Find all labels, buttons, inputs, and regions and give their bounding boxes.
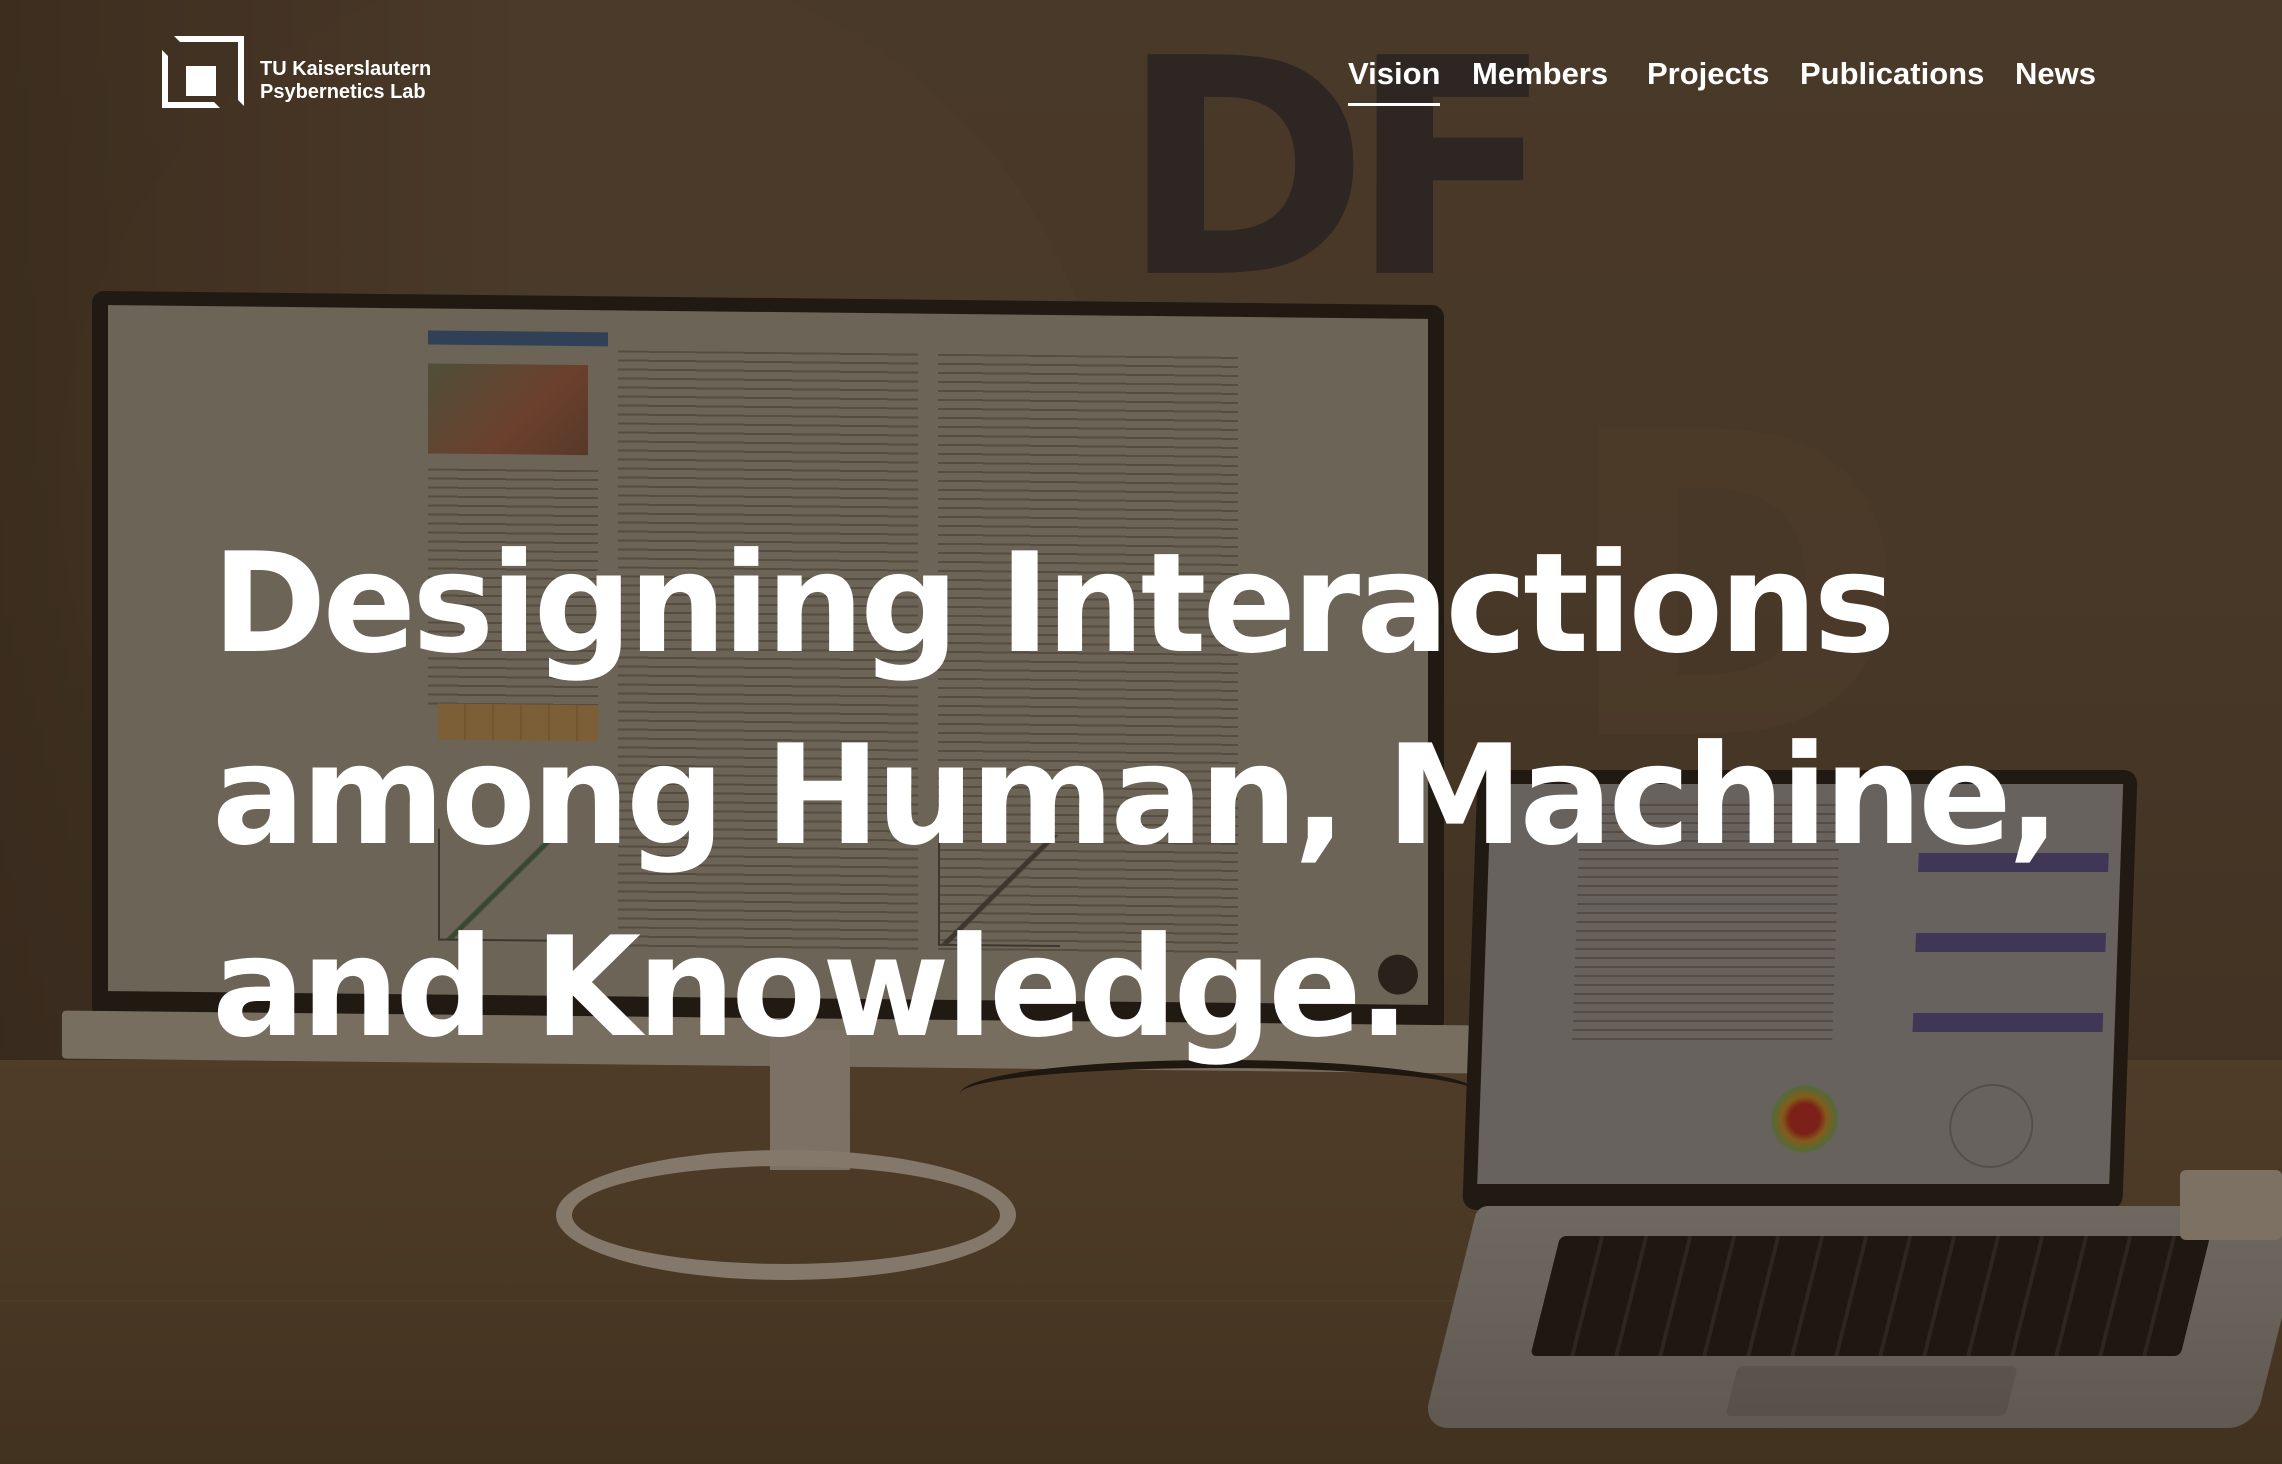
lab-logo-icon — [162, 36, 246, 120]
hero-headline-line: and Knowledge. — [212, 907, 1410, 1068]
lab-logo-line1: TU Kaiserslautern — [260, 58, 432, 80]
hero-headline: Designing Interactions among Human, Mach… — [212, 508, 2060, 1084]
lab-logo-line2: Psybernetics Lab — [260, 81, 426, 103]
hero-headline-line: Designing Interactions — [212, 523, 1896, 684]
lab-logo-link[interactable]: TU Kaiserslautern Psybernetics Lab — [162, 36, 431, 120]
nav-item-news[interactable]: News — [2015, 56, 2096, 92]
lab-logo-text: TU Kaiserslautern Psybernetics Lab — [260, 58, 431, 104]
nav-item-projects[interactable]: Projects — [1647, 56, 1769, 92]
nav-item-members[interactable]: Members — [1472, 56, 1608, 92]
nav-item-vision[interactable]: Vision — [1348, 56, 1441, 106]
nav-item-publications[interactable]: Publications — [1800, 56, 1984, 92]
hero-headline-line: among Human, Machine, — [212, 715, 2060, 876]
